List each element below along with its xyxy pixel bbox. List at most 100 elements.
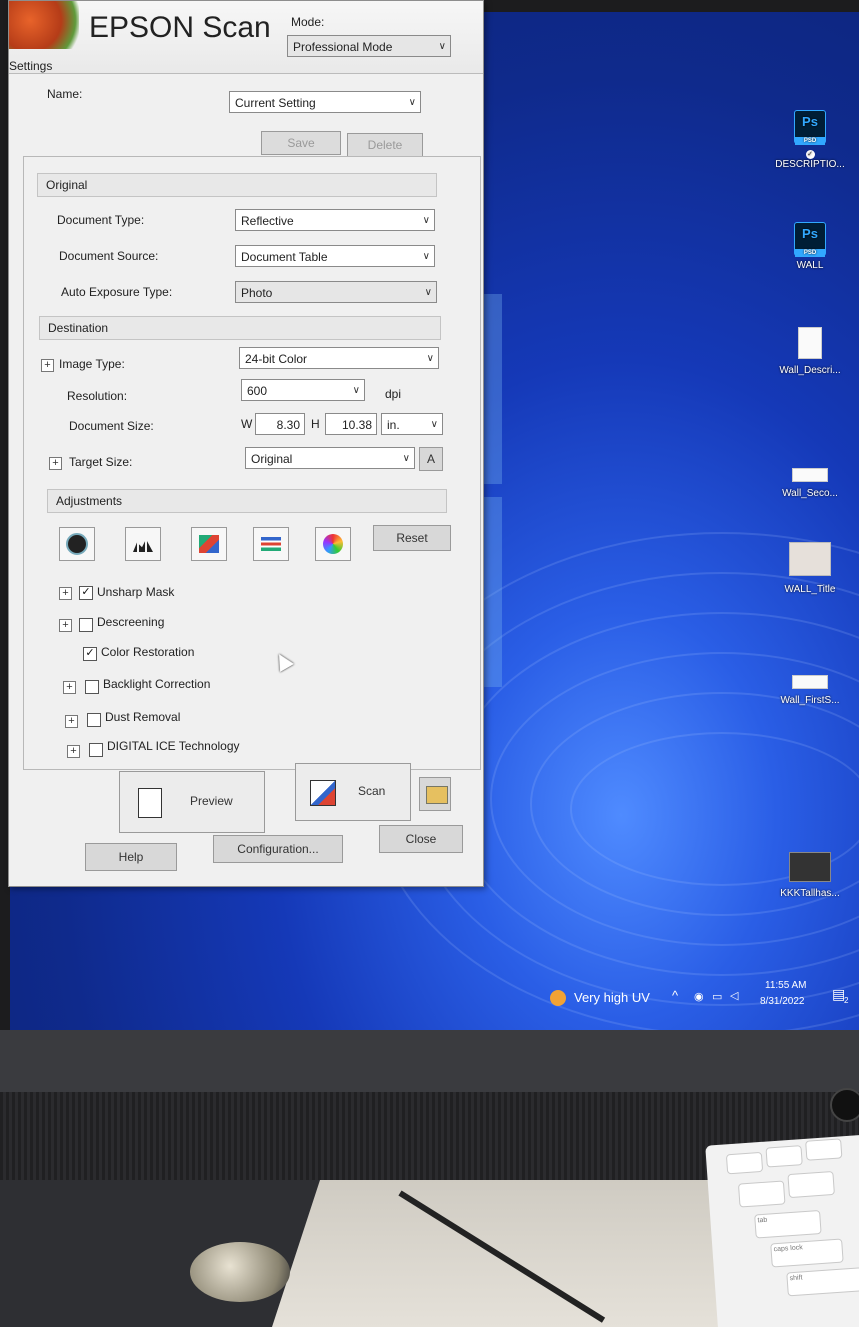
digital-ice-label: DIGITAL ICE Technology (107, 739, 240, 753)
unsharp-mask-expand-icon[interactable]: + (59, 587, 72, 600)
desk-object (190, 1242, 290, 1302)
chevron-down-icon: ∨ (426, 353, 434, 364)
histogram-icon (133, 539, 153, 552)
chevron-down-icon: ∨ (438, 41, 446, 52)
scanner-icon (310, 780, 336, 806)
keyboard-key (725, 1151, 764, 1175)
desktop-icon-wall-descri[interactable]: Wall_Descri... (770, 327, 850, 376)
image-adjustment-icon (261, 537, 281, 551)
desktop-icon-wall[interactable]: Ps PSD WALL (770, 222, 850, 271)
auto-exposure-button[interactable] (59, 527, 95, 561)
resolution-select[interactable]: 600 ∨ (241, 379, 365, 401)
document-type-select[interactable]: Reflective ∨ (235, 209, 435, 231)
dust-removal-label: Dust Removal (105, 710, 181, 724)
color-palette-button[interactable] (315, 527, 351, 561)
unsharp-mask-checkbox[interactable]: ✓ (79, 586, 93, 600)
preview-button[interactable]: Preview (119, 771, 265, 833)
document-icon (138, 788, 162, 818)
width-input[interactable]: 8.30 (255, 413, 305, 435)
backlight-correction-label: Backlight Correction (103, 677, 211, 691)
histogram-button[interactable] (125, 527, 161, 561)
descreening-checkbox[interactable] (79, 618, 93, 632)
desktop-icon-wall-firsts[interactable]: Wall_FirstS... (770, 667, 850, 706)
adjustments-section-header: Adjustments (47, 489, 447, 513)
tone-curve-button[interactable] (191, 527, 227, 561)
delete-button[interactable]: Delete (347, 133, 423, 157)
height-input[interactable]: 10.38 (325, 413, 377, 435)
photoshop-file-icon: Ps PSD (794, 110, 826, 145)
image-type-expand-icon[interactable]: + (41, 359, 54, 372)
size-unit-select[interactable]: in. ∨ (381, 413, 443, 435)
clock-time[interactable]: 11:55 AM (765, 980, 807, 991)
orientation-icon: A (426, 452, 435, 466)
keyboard-key (765, 1145, 803, 1168)
chevron-down-icon: ∨ (424, 287, 432, 298)
target-size-select[interactable]: Original ∨ (245, 447, 415, 469)
resolution-unit: dpi (385, 387, 402, 401)
orientation-button[interactable]: A (419, 447, 443, 471)
desktop-icon-kkktallhas[interactable]: KKKTallhas... (770, 852, 850, 899)
tone-curve-icon (199, 535, 219, 553)
weather-text[interactable]: Very high UV (574, 990, 650, 1005)
display-icon[interactable]: ▭ (712, 990, 722, 1003)
backlight-correction-checkbox[interactable] (85, 680, 99, 694)
image-type-label: Image Type: (59, 357, 125, 371)
auto-exposure-icon (66, 533, 88, 555)
desktop-icon-wall-title[interactable]: WALL_Title (770, 542, 850, 595)
weather-icon[interactable] (550, 990, 566, 1006)
close-button[interactable]: Close (379, 825, 463, 853)
color-restoration-checkbox[interactable]: ✓ (83, 647, 97, 661)
chevron-down-icon: ∨ (408, 97, 416, 108)
network-icon[interactable]: ◉ (694, 990, 704, 1003)
image-thumbnail-icon (789, 852, 831, 882)
clock-date[interactable]: 8/31/2022 (760, 996, 805, 1007)
image-adjustment-button[interactable] (253, 527, 289, 561)
dust-removal-checkbox[interactable] (87, 713, 101, 727)
app-title: EPSON Scan (89, 11, 271, 44)
target-size-expand-icon[interactable]: + (49, 457, 62, 470)
color-restoration-label: Color Restoration (101, 645, 195, 659)
unsharp-mask-label: Unsharp Mask (97, 585, 175, 599)
help-button[interactable]: Help (85, 843, 177, 871)
setting-name-select[interactable]: Current Setting ∨ (229, 91, 421, 113)
photo-scene: Ps PSD ✓ DESCRIPTIO... Ps PSD WALL Wall_De… (0, 0, 859, 1327)
desktop-icon-wall-seco[interactable]: Wall_Seco... (770, 460, 850, 499)
scan-button[interactable]: Scan (295, 763, 411, 821)
settings-group-label: Settings (9, 59, 53, 73)
epson-scan-window: EPSON Scan Mode: Professional Mode ∨ Sett… (8, 0, 484, 887)
digital-ice-expand-icon[interactable]: + (67, 745, 80, 758)
chevron-up-icon[interactable]: ^ (672, 988, 678, 1003)
reset-button[interactable]: Reset (373, 525, 451, 551)
height-label: H (311, 417, 320, 431)
chevron-down-icon: ∨ (422, 251, 430, 262)
keyboard-key-caps-lock: caps lock (770, 1238, 844, 1268)
descreening-label: Descreening (97, 615, 165, 629)
destination-section-header: Destination (39, 316, 441, 340)
save-button[interactable]: Save (261, 131, 341, 155)
keyboard: tab caps lock shift (705, 1134, 859, 1327)
folder-icon (426, 786, 448, 804)
name-label: Name: (47, 87, 83, 101)
file-save-settings-button[interactable] (419, 777, 451, 811)
mode-label: Mode: (291, 15, 325, 29)
volume-icon[interactable]: ◁ (730, 989, 738, 1002)
resolution-label: Resolution: (67, 389, 128, 403)
backlight-correction-expand-icon[interactable]: + (63, 681, 76, 694)
mode-select[interactable]: Professional Mode ∨ (287, 35, 451, 57)
chevron-down-icon: ∨ (430, 419, 438, 430)
configuration-button[interactable]: Configuration... (213, 835, 343, 863)
image-thumbnail-icon (789, 542, 831, 576)
digital-ice-checkbox[interactable] (89, 743, 103, 757)
document-file-icon (798, 327, 822, 359)
descreening-expand-icon[interactable]: + (59, 619, 72, 632)
image-type-select[interactable]: 24-bit Color ∨ (239, 347, 439, 369)
keyboard-key (805, 1138, 843, 1161)
desktop-icon-descriptio[interactable]: Ps PSD ✓ DESCRIPTIO... (770, 110, 850, 170)
dust-removal-expand-icon[interactable]: + (65, 715, 78, 728)
document-source-select[interactable]: Document Table ∨ (235, 245, 435, 267)
auto-exposure-select[interactable]: Photo ∨ (235, 281, 437, 303)
keyboard-key-tab: tab (754, 1209, 822, 1239)
keyboard-key (787, 1170, 835, 1199)
document-file-icon (792, 675, 828, 689)
title-bar: EPSON Scan Mode: Professional Mode ∨ (9, 1, 483, 74)
